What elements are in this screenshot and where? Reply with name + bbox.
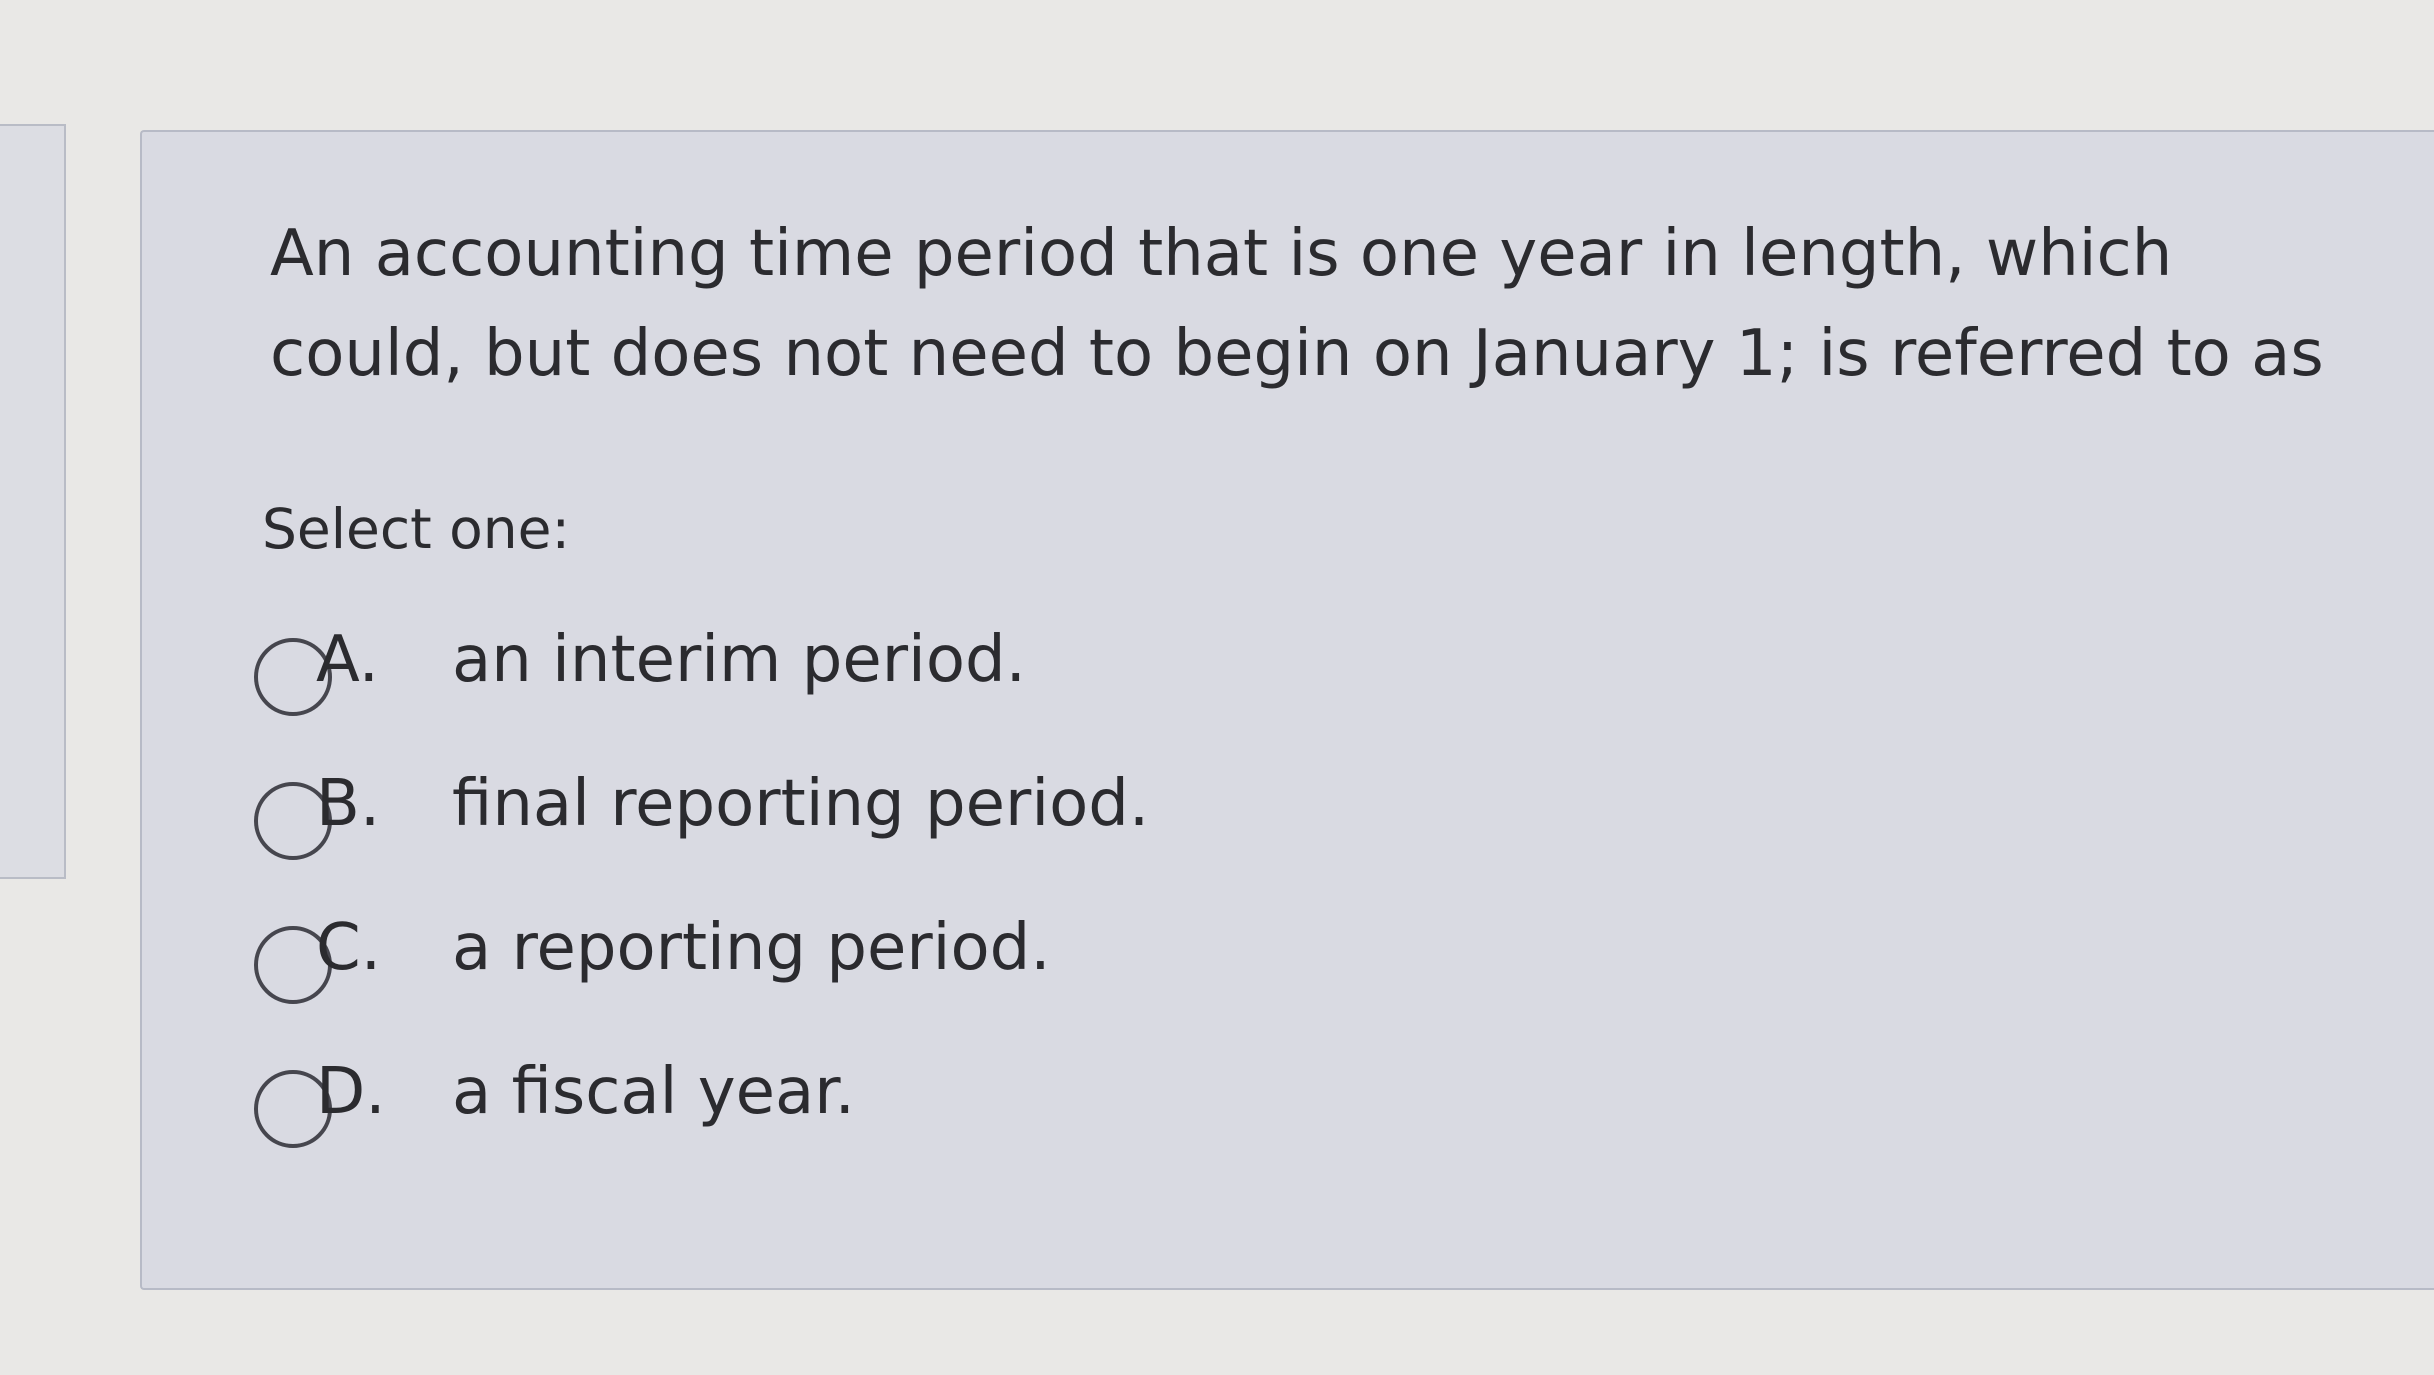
option-letter-b: B. — [316, 767, 381, 841]
select-one-prompt: Select one: — [262, 497, 571, 561]
option-letter-a: A. — [316, 623, 379, 697]
answer-options: A. an interim period. B. final reporting… — [254, 610, 1654, 1186]
answer-option-b[interactable]: B. final reporting period. — [254, 754, 1654, 898]
answer-option-c[interactable]: C. a reporting period. — [254, 898, 1654, 1042]
question-card: An accounting time period that is one ye… — [140, 130, 2434, 1290]
option-text-d[interactable]: a fiscal year. — [452, 1042, 855, 1142]
question-line-1: An accounting time period that is one ye… — [270, 217, 2173, 291]
option-text-c[interactable]: a reporting period. — [452, 898, 1051, 998]
option-letter-c: C. — [316, 911, 382, 985]
option-letter-d: D. — [316, 1055, 386, 1129]
option-text-b[interactable]: final reporting period. — [452, 754, 1149, 854]
left-side-panel — [0, 124, 66, 879]
answer-option-d[interactable]: D. a fiscal year. — [254, 1042, 1654, 1186]
answer-option-a[interactable]: A. an interim period. — [254, 610, 1654, 754]
option-text-a[interactable]: an interim period. — [452, 610, 1026, 710]
question-text: An accounting time period that is one ye… — [270, 204, 2420, 404]
question-line-2: could, but does not need to begin on Jan… — [270, 317, 2324, 391]
